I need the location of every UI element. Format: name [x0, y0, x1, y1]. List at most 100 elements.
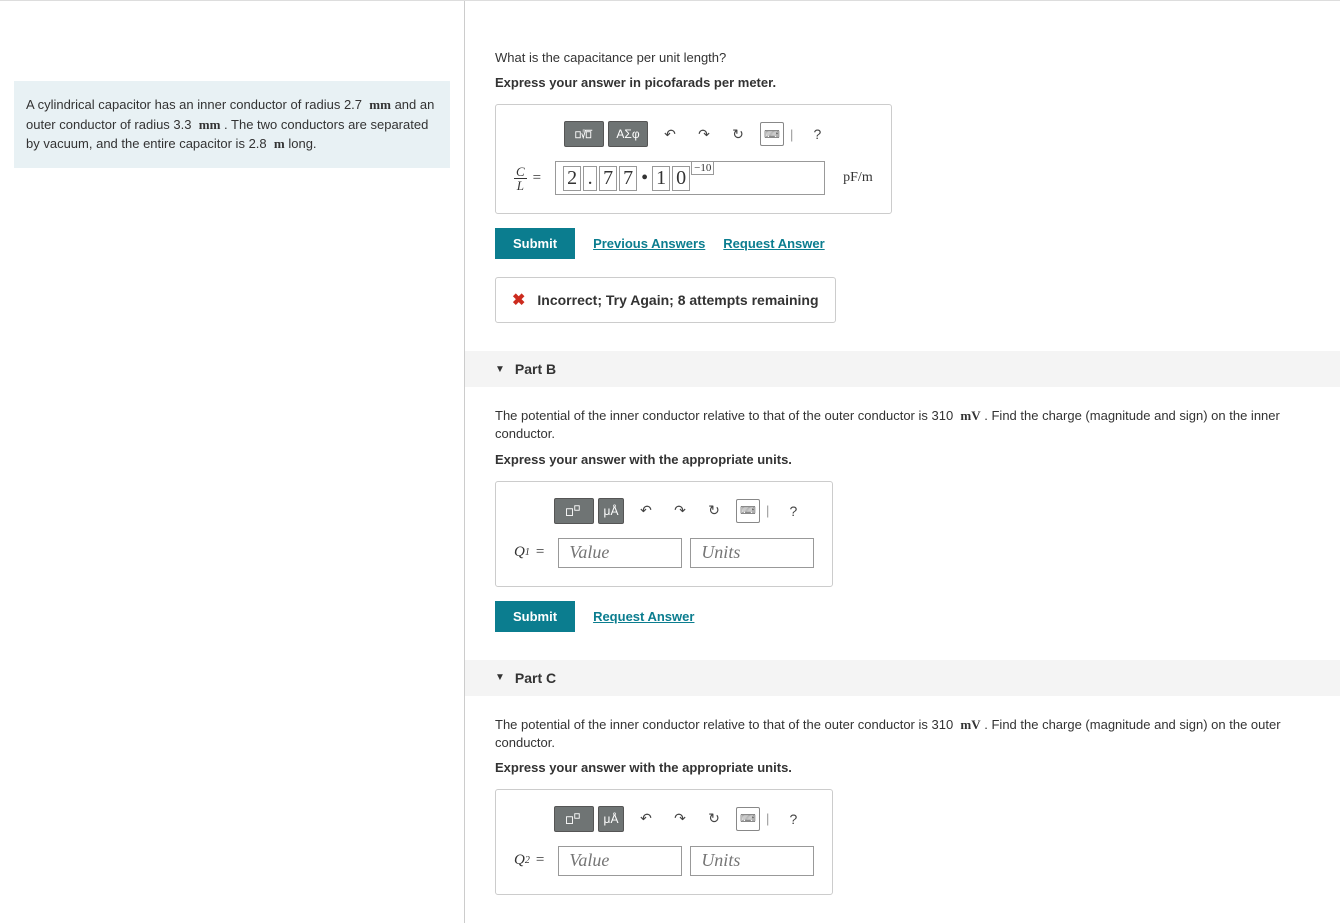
reset-icon[interactable]: ↻ [726, 122, 750, 146]
equals-sign: = [536, 544, 544, 561]
reset-icon[interactable]: ↻ [702, 807, 726, 831]
value-input[interactable] [558, 846, 682, 876]
q-text: The potential of the inner conductor rel… [495, 408, 931, 423]
part-c-answer-row: Q2 = [514, 846, 814, 876]
inner-radius-unit: mm [369, 97, 391, 112]
part-c-header[interactable]: ▼ Part C [465, 660, 1340, 696]
outer-radius-value: 3.3 [173, 117, 191, 132]
part-b-answer-row: Q1 = [514, 538, 814, 568]
redo-icon[interactable]: ↷ [668, 807, 692, 831]
part-a-answer-row: C L = 2 . 7 7 • 1 0 −10 [514, 161, 873, 195]
part-c-section: The potential of the inner conductor rel… [465, 696, 1340, 923]
part-c-question: The potential of the inner conductor rel… [495, 716, 1310, 752]
part-b-header[interactable]: ▼ Part B [465, 351, 1340, 387]
lhs-denominator: L [515, 179, 526, 192]
part-a-section: What is the capacitance per unit length?… [465, 19, 1340, 351]
templates-button[interactable] [554, 498, 594, 524]
lhs-numerator: C [514, 165, 527, 179]
digit: 7 [599, 166, 617, 191]
length-value: 2.8 [249, 136, 267, 151]
problem-statement: A cylindrical capacitor has an inner con… [14, 81, 450, 168]
template-icon [565, 811, 583, 827]
part-a-toolbar: n ΑΣφ ↶ ↷ ↻ ⌨ | ? [564, 121, 873, 147]
voltage-value: 310 [931, 408, 953, 423]
part-a-input[interactable]: 2 . 7 7 • 1 0 −10 [555, 161, 825, 195]
part-a-lhs: C L = [514, 165, 547, 192]
part-c-instruction: Express your answer with the appropriate… [495, 760, 1310, 775]
equals-sign: = [533, 170, 541, 187]
part-b-instruction: Express your answer with the appropriate… [495, 452, 1310, 467]
symbols-button[interactable]: ΑΣφ [608, 121, 648, 147]
part-a-instruction: Express your answer in picofarads per me… [495, 75, 1310, 90]
help-icon[interactable]: ? [805, 122, 829, 146]
templates-button[interactable]: n [564, 121, 604, 147]
digit: 1 [652, 166, 670, 191]
undo-icon[interactable]: ↶ [658, 122, 682, 146]
part-b-section: The potential of the inner conductor rel… [465, 387, 1340, 659]
redo-icon[interactable]: ↷ [692, 122, 716, 146]
part-b-answer-box: μÅ ↶ ↷ ↻ ⌨ | ? Q1 = [495, 481, 833, 587]
lhs-sub: 1 [525, 547, 530, 558]
answer-panel: What is the capacitance per unit length?… [465, 1, 1340, 923]
previous-answers-link[interactable]: Previous Answers [593, 236, 705, 251]
templates-button[interactable] [554, 806, 594, 832]
digit: . [583, 166, 597, 191]
request-answer-link[interactable]: Request Answer [723, 236, 824, 251]
keyboard-icon[interactable]: ⌨ [760, 122, 784, 146]
exponent: −10 [691, 161, 714, 175]
digit: 7 [619, 166, 637, 191]
submit-button[interactable]: Submit [495, 601, 575, 632]
submit-button[interactable]: Submit [495, 228, 575, 259]
part-a-question: What is the capacitance per unit length? [495, 49, 1310, 67]
length-unit: m [274, 136, 285, 151]
keyboard-icon[interactable]: ⌨ [736, 807, 760, 831]
lhs-base: Q [514, 544, 525, 561]
units-input[interactable] [690, 846, 814, 876]
problem-panel: A cylindrical capacitor has an inner con… [0, 1, 465, 923]
part-c-answer-box: μÅ ↶ ↷ ↻ ⌨ | ? Q2 = [495, 789, 833, 895]
lhs-base: Q [514, 852, 525, 869]
inner-radius-value: 2.7 [344, 97, 362, 112]
units-button[interactable]: μÅ [598, 498, 624, 524]
redo-icon[interactable]: ↷ [668, 499, 692, 523]
voltage-value: 310 [931, 717, 953, 732]
divider: | [790, 127, 793, 142]
part-b-label: Part B [515, 361, 556, 377]
units-input[interactable] [690, 538, 814, 568]
caret-down-icon: ▼ [495, 672, 505, 683]
voltage-unit: mV [960, 408, 980, 423]
part-b-actions: Submit Request Answer [495, 601, 1310, 632]
help-icon[interactable]: ? [781, 807, 805, 831]
problem-text: A cylindrical capacitor has an inner con… [26, 97, 344, 112]
part-c-label: Part C [515, 670, 556, 686]
template-icon [565, 503, 583, 519]
undo-icon[interactable]: ↶ [634, 807, 658, 831]
value-input[interactable] [558, 538, 682, 568]
caret-down-icon: ▼ [495, 364, 505, 375]
undo-icon[interactable]: ↶ [634, 499, 658, 523]
problem-text: long. [288, 136, 316, 151]
outer-radius-unit: mm [199, 117, 221, 132]
voltage-unit: mV [960, 717, 980, 732]
divider: | [766, 811, 769, 826]
digit: 2 [563, 166, 581, 191]
part-a-feedback: ✖ Incorrect; Try Again; 8 attempts remai… [495, 277, 836, 323]
q-text: The potential of the inner conductor rel… [495, 717, 931, 732]
units-button[interactable]: μÅ [598, 806, 624, 832]
reset-icon[interactable]: ↻ [702, 499, 726, 523]
part-b-lhs: Q1 = [514, 544, 550, 561]
template-icon: n [575, 126, 593, 142]
feedback-text: Incorrect; Try Again; 8 attempts remaini… [537, 292, 818, 308]
part-b-toolbar: μÅ ↶ ↷ ↻ ⌨ | ? [554, 498, 814, 524]
digit: 0 [672, 166, 690, 191]
request-answer-link[interactable]: Request Answer [593, 609, 694, 624]
bullet: • [641, 167, 648, 190]
part-c-lhs: Q2 = [514, 852, 550, 869]
divider: | [766, 503, 769, 518]
incorrect-icon: ✖ [512, 290, 525, 310]
help-icon[interactable]: ? [781, 499, 805, 523]
part-a-unit: pF/m [843, 170, 873, 186]
keyboard-icon[interactable]: ⌨ [736, 499, 760, 523]
part-a-actions: Submit Previous Answers Request Answer [495, 228, 1310, 259]
lhs-sub: 2 [525, 855, 530, 866]
